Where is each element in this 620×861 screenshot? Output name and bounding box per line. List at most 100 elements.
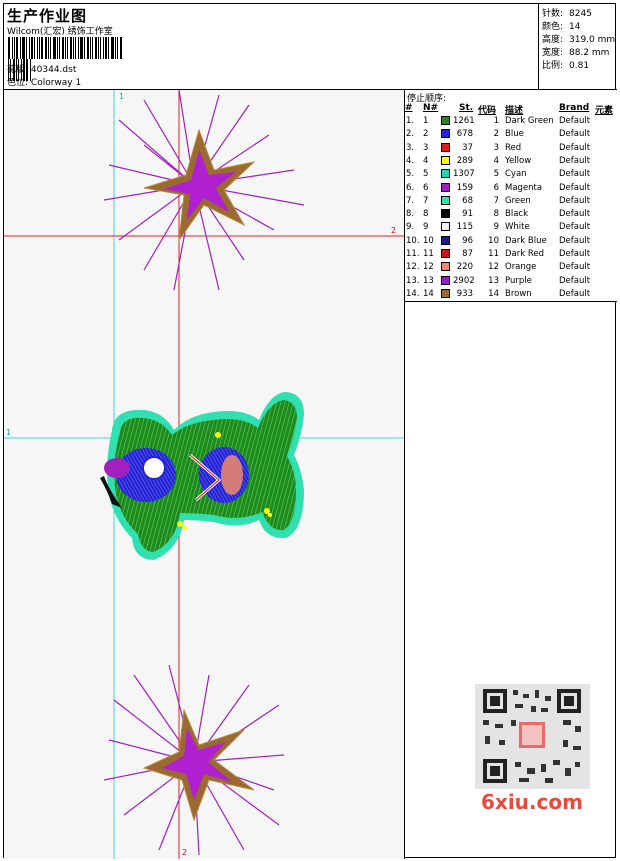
row-stitches: 2902	[453, 275, 475, 286]
row-description: Purple	[505, 275, 532, 286]
color-swatch	[441, 222, 450, 232]
row-brand: Default	[559, 195, 591, 206]
row-stitches: 933	[456, 288, 473, 299]
company-name: Wilcom(汇宏) 绣饰工作室	[7, 27, 113, 37]
stat-scale: 比例: 0.81	[542, 61, 590, 71]
row-brand: Default	[559, 169, 591, 180]
stop-sequence-row: 5. 5 1307 5 Cyan Default	[405, 169, 617, 182]
row-code: 9	[493, 222, 499, 233]
row-description: Blue	[505, 129, 524, 140]
row-num: 2.	[406, 129, 415, 140]
row-brand: Default	[559, 129, 591, 140]
row-needle: 7	[423, 195, 429, 206]
row-needle: 6	[423, 182, 429, 193]
stop-sequence-row: 2. 2 678 2 Blue Default	[405, 129, 617, 142]
row-brand: Default	[559, 288, 591, 299]
row-brand: Default	[559, 275, 591, 286]
col-num: #	[405, 103, 413, 113]
row-description: Orange	[505, 262, 537, 273]
row-description: Magenta	[505, 182, 543, 193]
row-brand: Default	[559, 142, 591, 153]
row-stitches: 220	[456, 262, 473, 273]
stop-sequence-row: 6. 6 159 6 Magenta Default	[405, 182, 617, 196]
worksheet-frame: 生产作业图 Wilcom(汇宏) 绣饰工作室 花版: 40344.dst 色位:…	[3, 3, 617, 859]
guide-label-v2: 2	[182, 848, 187, 857]
row-description: White	[505, 222, 530, 233]
stop-sequence-row: 14. 14 933 14 Brown Default	[405, 288, 617, 302]
col-code: 代码	[478, 106, 497, 116]
barcode	[8, 37, 123, 81]
color-swatch	[441, 262, 450, 272]
row-description: Black	[505, 209, 528, 220]
row-stitches: 37	[462, 142, 473, 153]
row-stitches: 68	[462, 195, 473, 206]
colorway-label: 色位:	[7, 78, 29, 88]
row-num: 12.	[406, 262, 420, 273]
row-needle: 2	[423, 129, 429, 140]
embroidery-canvas: 1 2 1 2	[4, 90, 404, 859]
header-panel: 生产作业图 Wilcom(汇宏) 绣饰工作室 花版: 40344.dst 色位:…	[4, 4, 539, 90]
color-swatch	[441, 155, 450, 165]
design-preview: 1 2 1 2	[4, 90, 405, 859]
col-brand: Brand	[559, 103, 590, 113]
row-needle: 1	[423, 116, 429, 126]
row-code: 7	[493, 195, 499, 206]
row-num: 14.	[406, 288, 420, 299]
design-file-line: 花版: 40344.dst	[7, 62, 76, 75]
col-needle: N#	[423, 103, 439, 113]
row-description: Brown	[505, 288, 532, 299]
stop-sequence-row: 9. 9 115 9 White Default	[405, 222, 617, 235]
stat-height: 高度: 319.0 mm	[542, 35, 616, 45]
row-brand: Default	[559, 262, 591, 273]
col-element: 元素	[595, 106, 614, 116]
guide-label-v1: 1	[119, 92, 124, 101]
row-code: 12	[488, 262, 499, 273]
row-code: 3	[493, 142, 499, 153]
color-swatch	[441, 195, 450, 205]
design-label: 花版:	[7, 65, 29, 75]
stop-sequence-row: 7. 7 68 7 Green Default	[405, 195, 617, 209]
row-brand: Default	[559, 155, 591, 166]
color-swatch	[441, 169, 450, 179]
row-code: 11	[488, 249, 499, 259]
stop-sequence-header: # N# St. 代码 描述 Brand 元素	[405, 103, 617, 116]
guide-label-h1: 1	[6, 428, 11, 437]
row-num: 8.	[406, 209, 415, 220]
row-num: 6.	[406, 182, 415, 193]
color-swatch	[441, 249, 450, 258]
row-needle: 12	[423, 262, 434, 273]
page-title: 生产作业图	[7, 7, 88, 25]
row-needle: 14	[423, 288, 434, 299]
color-swatch	[441, 275, 450, 285]
watermark-text: 6xiu.com	[481, 790, 583, 814]
row-num: 3.	[406, 142, 415, 153]
qr-code	[475, 684, 590, 789]
row-code: 4	[493, 155, 499, 166]
stop-sequence-row: 3. 3 37 3 Red Default	[405, 142, 617, 156]
row-description: Yellow	[505, 155, 532, 166]
color-swatch	[441, 235, 450, 245]
color-swatch	[441, 182, 450, 192]
row-num: 11.	[406, 249, 420, 259]
stop-sequence-row: 13. 13 2902 13 Purple Default	[405, 275, 617, 289]
star-motif-top	[103, 90, 305, 291]
stop-sequence-row: 1. 1 1261 1 Dark Green Default	[405, 116, 617, 129]
row-needle: 13	[423, 275, 434, 286]
stop-sequence-row: 4. 4 289 4 Yellow Default	[405, 155, 617, 169]
row-stitches: 159	[456, 182, 473, 193]
row-description: Dark Red	[505, 249, 545, 259]
row-stitches: 87	[462, 249, 473, 259]
row-description: Cyan	[505, 169, 527, 180]
row-stitches: 1261	[453, 116, 475, 126]
row-code: 14	[488, 288, 499, 299]
row-stitches: 96	[462, 235, 473, 246]
star-motif-bottom	[103, 664, 285, 856]
row-stitches: 115	[456, 222, 473, 233]
row-num: 5.	[406, 169, 415, 180]
color-swatch	[441, 209, 450, 219]
row-num: 10.	[406, 235, 420, 246]
row-description: Dark Green	[505, 116, 554, 126]
row-stitches: 91	[462, 209, 473, 220]
row-num: 13.	[406, 275, 420, 286]
row-stitches: 1307	[453, 169, 475, 180]
